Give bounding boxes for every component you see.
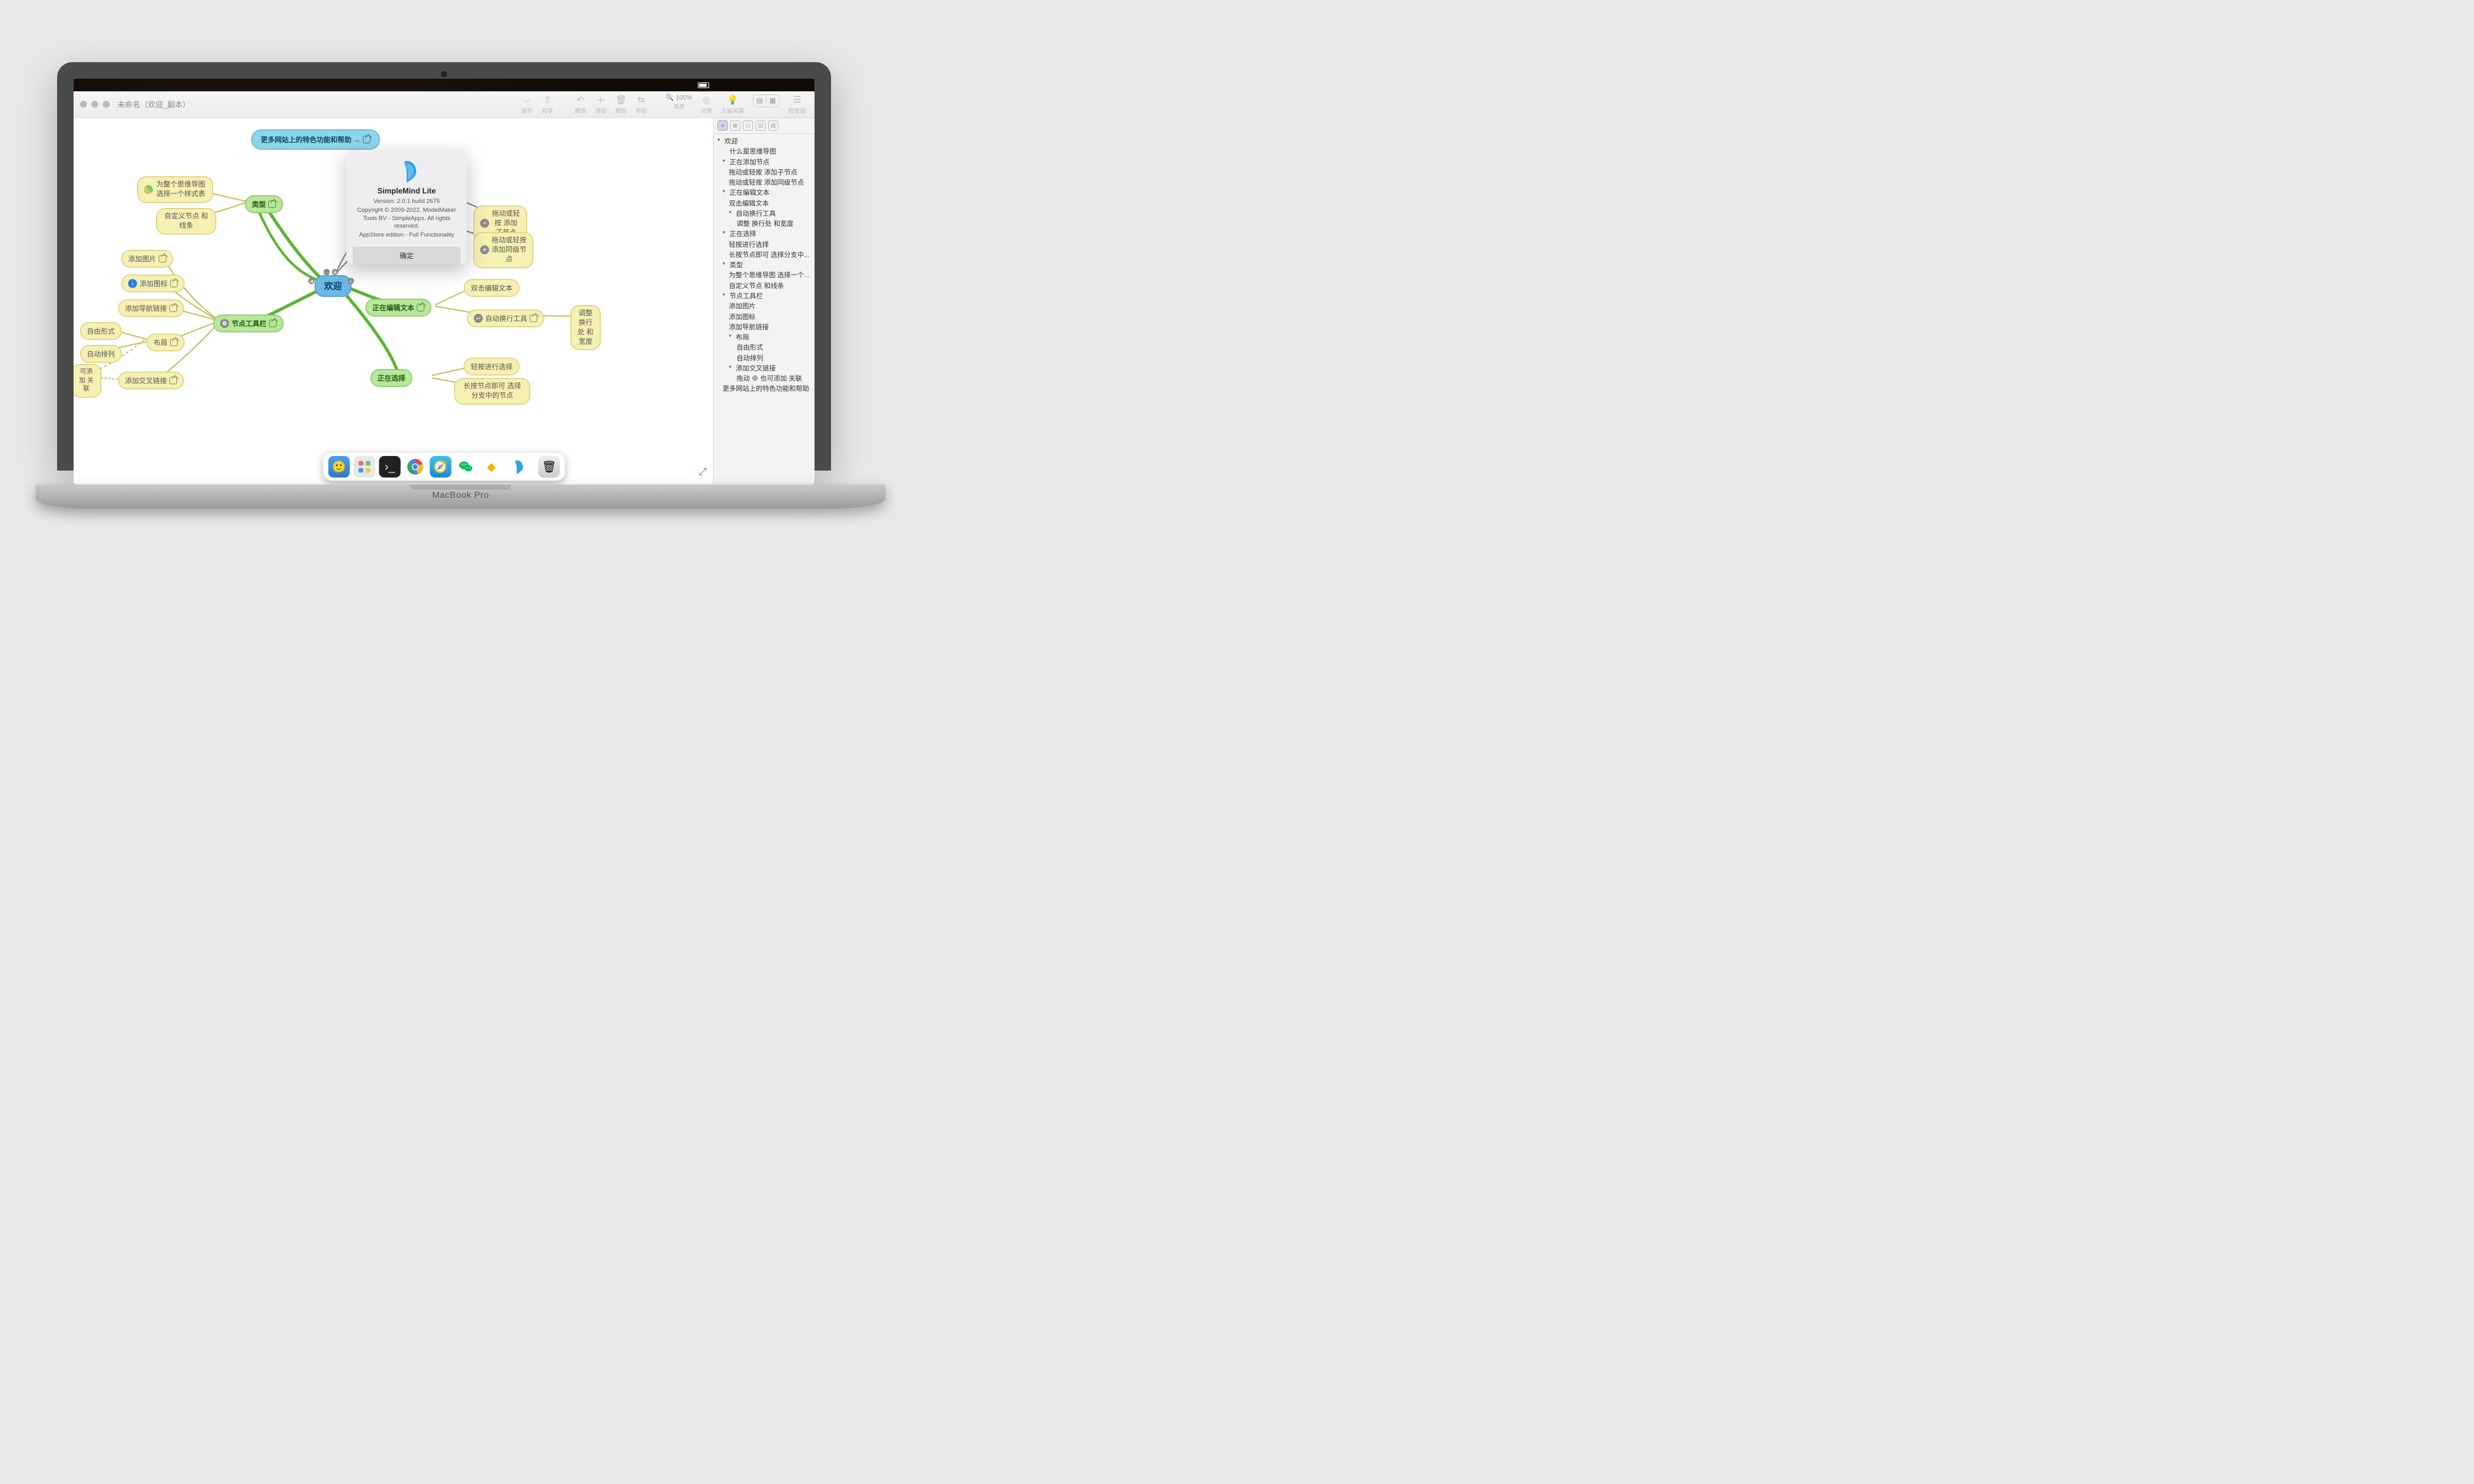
about-copyright: Copyright © 2009-2022, ModelMaker Tools … bbox=[353, 207, 461, 231]
node-selecting[interactable]: 正在选择 bbox=[370, 369, 412, 387]
toolbar-undo-button[interactable]: ↶撤销 bbox=[572, 94, 589, 115]
palette-icon bbox=[144, 185, 153, 194]
external-link-icon bbox=[268, 200, 276, 208]
dock-finder-icon[interactable]: 🙂 bbox=[329, 456, 350, 478]
about-dialog: SimpleMind Lite Version: 2.0.1 build 267… bbox=[346, 150, 467, 264]
macos-dock: 🙂 ›_ 🧭 ◆ 🗑 bbox=[324, 453, 565, 481]
dock-trash-icon[interactable]: 🗑 bbox=[539, 456, 560, 478]
node-tool-icon[interactable]: i添加图标 bbox=[121, 275, 185, 292]
node-type[interactable]: 类型 bbox=[245, 195, 283, 213]
about-edition: AppStore edition - Full Functionality bbox=[353, 231, 461, 240]
node-handle-top2[interactable]: ⊕ bbox=[332, 269, 338, 275]
info-icon: i bbox=[128, 279, 137, 288]
external-link-icon bbox=[170, 339, 178, 346]
window-close-button[interactable] bbox=[80, 101, 87, 108]
dock-terminal-icon[interactable]: ›_ bbox=[379, 456, 401, 478]
outline-panel: ≡ ⊞ □ ☑ ⊟ ▾欢迎 什么是思维导图 ▾正在添加节点 拖动或轻按 添加子节… bbox=[713, 118, 815, 485]
toolbar-save-button[interactable]: ⌵保存 bbox=[519, 94, 535, 115]
node-add-sibling[interactable]: ✳拖动或轻按 添加同级节点 bbox=[473, 232, 533, 268]
toolbar-inspector-button[interactable]: ☰检查器 bbox=[786, 94, 808, 115]
external-link-icon bbox=[530, 315, 537, 322]
node-select-tap[interactable]: 轻按进行选择 bbox=[464, 358, 520, 375]
panel-tab-4[interactable]: ☑ bbox=[756, 120, 766, 131]
external-link-icon bbox=[269, 320, 277, 327]
dock-chrome-icon[interactable] bbox=[405, 456, 426, 478]
document-title: 未命名（欢迎_副本） bbox=[117, 99, 190, 110]
toolbar-share-button[interactable]: ⇧共享 bbox=[539, 94, 556, 115]
window-titlebar: 未命名（欢迎_副本） ⌵保存 ⇧共享 ↶撤销 ＋添加 🗑删除 ⇆布局 🔍100%… bbox=[74, 91, 815, 118]
dock-launchpad-icon[interactable] bbox=[354, 456, 376, 478]
node-layout-free[interactable]: 自由形式 bbox=[80, 322, 122, 340]
node-edit-double[interactable]: 双击编辑文本 bbox=[464, 279, 520, 297]
external-link-icon bbox=[169, 304, 177, 312]
node-layout-auto[interactable]: 自动排列 bbox=[80, 345, 122, 363]
toolbar-delete-button[interactable]: 🗑删除 bbox=[613, 94, 629, 115]
node-tool-nav[interactable]: 添加导航链接 bbox=[118, 299, 184, 317]
node-crosslink-sub[interactable]: 可添加 关联 bbox=[74, 364, 101, 398]
node-edit-adjust[interactable]: 调整 换行处 和宽度 bbox=[570, 305, 601, 350]
node-banner[interactable]: 更多网站上的特色功能和帮助 → bbox=[251, 129, 380, 150]
wrap-icon: ↩ bbox=[474, 314, 483, 323]
external-link-icon bbox=[363, 136, 370, 143]
dock-safari-icon[interactable]: 🧭 bbox=[430, 456, 452, 478]
panel-tab-2[interactable]: ⊞ bbox=[730, 120, 740, 131]
panel-tab-5[interactable]: ⊟ bbox=[768, 120, 778, 131]
gear-icon: ⚙ bbox=[220, 319, 229, 328]
plus-icon: ＋ bbox=[480, 219, 489, 228]
node-handle-left[interactable]: ◄ bbox=[308, 278, 315, 284]
battery-icon bbox=[698, 82, 709, 88]
toolbar-zoom-button[interactable]: 🔍100% 缩放 bbox=[664, 94, 695, 110]
mindmap-canvas[interactable]: 更多网站上的特色功能和帮助 → 欢迎 ◄ ＋ ⋯ ⊕ 类型 为整个思维导图 选择… bbox=[74, 118, 713, 485]
panel-tab-3[interactable]: □ bbox=[743, 120, 753, 131]
toolbar-segmented[interactable]: ▤▦ bbox=[750, 94, 782, 114]
about-version: Version: 2.0.1 build 2675 bbox=[353, 198, 461, 206]
node-editing[interactable]: 正在编辑文本 bbox=[365, 299, 431, 316]
node-layout[interactable]: 布局 bbox=[147, 334, 185, 351]
toolbar-layout-button[interactable]: ⇆布局 bbox=[633, 94, 650, 115]
dock-sketch-icon[interactable]: ◆ bbox=[481, 456, 502, 478]
node-toolbar[interactable]: ⚙节点工具栏 bbox=[213, 315, 284, 332]
fullscreen-icon[interactable]: ⤢ bbox=[698, 467, 707, 478]
toolbar-add-button[interactable]: ＋添加 bbox=[592, 94, 609, 115]
outline-tree[interactable]: ▾欢迎 什么是思维导图 ▾正在添加节点 拖动或轻按 添加子节点 拖动或轻按 添加… bbox=[714, 134, 815, 397]
node-handle-top[interactable]: ⋯ bbox=[324, 269, 330, 275]
external-link-icon bbox=[169, 377, 177, 384]
toolbar-focus-button[interactable]: ◎对焦 bbox=[698, 94, 715, 115]
window-minimize-button[interactable] bbox=[91, 101, 98, 108]
about-ok-button[interactable]: 确定 bbox=[353, 247, 461, 264]
external-link-icon bbox=[170, 280, 178, 287]
node-center[interactable]: 欢迎 bbox=[315, 275, 351, 297]
asterisk-icon: ✳ bbox=[480, 245, 489, 254]
app-logo-icon bbox=[395, 159, 419, 183]
window-zoom-button[interactable] bbox=[103, 101, 110, 108]
node-type-style[interactable]: 为整个思维导图 选择一个样式表 bbox=[137, 176, 213, 203]
toolbar-brainstorm-button[interactable]: 💡头脑风暴 bbox=[719, 94, 747, 115]
node-edit-wrap[interactable]: ↩自动换行工具 bbox=[467, 309, 544, 327]
node-handle-right[interactable]: ＋ bbox=[348, 278, 354, 284]
node-select-long[interactable]: 长按节点即可 选择分支中的节点 bbox=[454, 378, 530, 405]
node-tool-img[interactable]: 添加图片 bbox=[121, 250, 173, 268]
app-window: 未命名（欢迎_副本） ⌵保存 ⇧共享 ↶撤销 ＋添加 🗑删除 ⇆布局 🔍100%… bbox=[74, 91, 815, 485]
dock-simplemind-icon[interactable] bbox=[506, 456, 528, 478]
external-link-icon bbox=[417, 304, 424, 311]
panel-tab-outline[interactable]: ≡ bbox=[717, 120, 728, 131]
node-type-custom[interactable]: 自定义节点 和线条 bbox=[156, 208, 216, 235]
node-crosslink[interactable]: 添加交叉链接 bbox=[118, 372, 184, 389]
panel-tabs: ≡ ⊞ □ ☑ ⊟ bbox=[714, 118, 815, 134]
external-link-icon bbox=[159, 255, 166, 263]
about-app-name: SimpleMind Lite bbox=[353, 186, 461, 195]
dock-wechat-icon[interactable] bbox=[455, 456, 477, 478]
